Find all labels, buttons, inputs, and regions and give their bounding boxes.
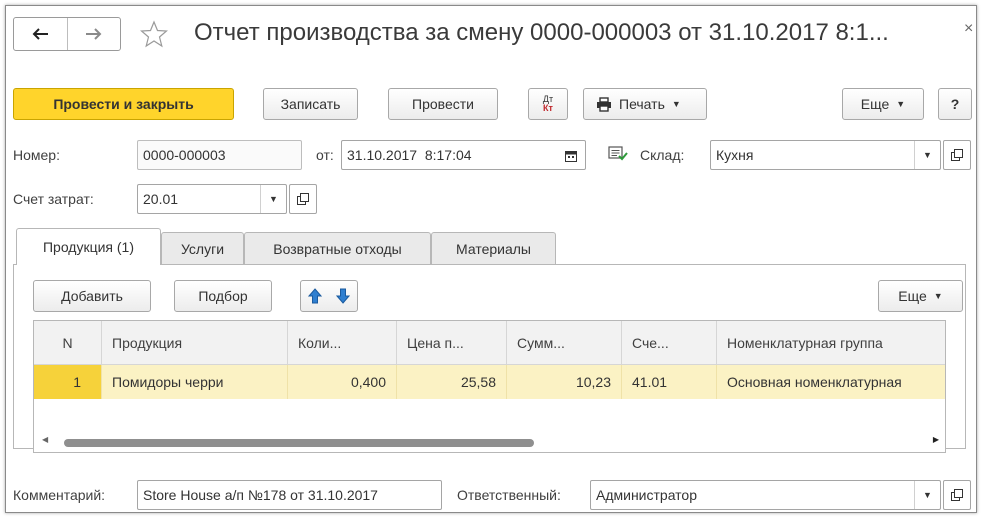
column-header-nomenclature-group[interactable]: Номенклатурная группа <box>717 321 945 365</box>
chevron-down-icon: ▼ <box>671 99 681 109</box>
tab-products[interactable]: Продукция (1) <box>16 228 161 265</box>
open-icon <box>297 193 309 205</box>
print-label: Печать <box>619 96 665 112</box>
number-label: Номер: <box>13 147 60 163</box>
open-icon <box>951 149 963 161</box>
responsible-field[interactable]: Администратор ▼ <box>590 480 941 510</box>
table-more-button[interactable]: Еще ▼ <box>878 280 963 312</box>
table-cell-account[interactable]: 41.01 <box>622 365 717 399</box>
pick-button[interactable]: Подбор <box>174 280 272 312</box>
responsible-value: Администратор <box>596 487 698 503</box>
post-and-close-button[interactable]: Провести и закрыть <box>13 88 234 120</box>
arrow-right-icon <box>85 28 102 40</box>
add-button[interactable]: Добавить <box>33 280 151 312</box>
scrollbar-thumb[interactable] <box>64 439 534 447</box>
date-value: 31.10.2017 8:17:04 <box>347 147 472 163</box>
tab-services[interactable]: Услуги <box>161 232 244 264</box>
favorite-star-icon[interactable] <box>140 20 168 48</box>
chevron-down-icon: ▼ <box>933 291 943 301</box>
more-label: Еще <box>860 96 890 112</box>
warehouse-field[interactable]: Кухня ▼ <box>710 140 941 170</box>
table-cell-product[interactable]: Помидоры черри <box>102 365 288 399</box>
help-button[interactable]: ? <box>938 88 972 120</box>
warehouse-value: Кухня <box>716 147 754 163</box>
date-label: от: <box>316 147 334 163</box>
close-icon[interactable]: × <box>964 20 973 38</box>
number-field[interactable]: 0000-000003 <box>137 140 302 170</box>
products-table: N Продукция Коли... Цена п... Сумм... Сч… <box>33 320 946 453</box>
tab-materials[interactable]: Материалы <box>431 232 556 264</box>
move-buttons <box>300 280 358 312</box>
post-button[interactable]: Провести <box>388 88 498 120</box>
responsible-open-button[interactable] <box>943 480 971 510</box>
print-button[interactable]: Печать ▼ <box>583 88 707 120</box>
more-button[interactable]: Еще ▼ <box>842 88 924 120</box>
window-title: Отчет производства за смену 0000-000003 … <box>194 19 889 46</box>
column-header-quantity[interactable]: Коли... <box>288 321 397 365</box>
table-cell-price[interactable]: 25,58 <box>397 365 507 399</box>
column-header-account[interactable]: Сче... <box>622 321 717 365</box>
column-header-product[interactable]: Продукция <box>102 321 288 365</box>
back-button[interactable] <box>14 18 67 50</box>
column-header-price[interactable]: Цена п... <box>397 321 507 365</box>
warehouse-open-button[interactable] <box>943 140 971 170</box>
horizontal-scrollbar[interactable]: ◀ ▶ <box>34 431 945 452</box>
move-down-icon[interactable] <box>336 288 350 304</box>
dropdown-chevron-icon[interactable]: ▼ <box>260 185 286 213</box>
warehouse-label: Склад: <box>640 147 685 163</box>
scroll-right-icon[interactable]: ▶ <box>933 435 939 444</box>
dropdown-chevron-icon[interactable]: ▼ <box>914 481 940 509</box>
nav-group <box>13 17 121 51</box>
open-icon <box>951 489 963 501</box>
scroll-left-icon[interactable]: ◀ <box>42 435 48 444</box>
cost-account-value: 20.01 <box>143 191 179 207</box>
kt-label: Кт <box>543 103 553 113</box>
table-more-label: Еще <box>898 288 927 304</box>
cost-account-open-button[interactable] <box>289 184 317 214</box>
forward-button[interactable] <box>66 18 121 50</box>
date-field[interactable]: 31.10.2017 8:17:04 <box>341 140 586 170</box>
column-header-n[interactable]: N <box>34 321 102 365</box>
comment-label: Комментарий: <box>13 487 106 503</box>
responsible-label: Ответственный: <box>457 487 561 503</box>
document-approve-icon[interactable] <box>608 144 628 162</box>
chevron-down-icon: ▼ <box>896 99 906 109</box>
move-up-icon[interactable] <box>308 288 322 304</box>
printer-icon <box>597 96 611 112</box>
column-header-sum[interactable]: Сумм... <box>507 321 622 365</box>
comment-field[interactable]: Store House а/п №178 от 31.10.2017 <box>137 480 442 510</box>
tab-returnable-waste[interactable]: Возвратные отходы <box>244 232 431 264</box>
dropdown-chevron-icon[interactable]: ▼ <box>914 141 940 169</box>
arrow-left-icon <box>32 28 49 40</box>
table-cell-sum[interactable]: 10,23 <box>507 365 622 399</box>
table-cell-n[interactable]: 1 <box>34 365 102 399</box>
cost-account-field[interactable]: 20.01 ▼ <box>137 184 287 214</box>
save-button[interactable]: Записать <box>263 88 358 120</box>
dt-kt-button[interactable]: Дт Кт <box>528 88 568 120</box>
table-cell-nomenclature-group[interactable]: Основная номенклатурная <box>717 365 945 399</box>
table-cell-quantity[interactable]: 0,400 <box>288 365 397 399</box>
cost-account-label: Счет затрат: <box>13 191 94 207</box>
calendar-icon[interactable] <box>565 150 577 162</box>
